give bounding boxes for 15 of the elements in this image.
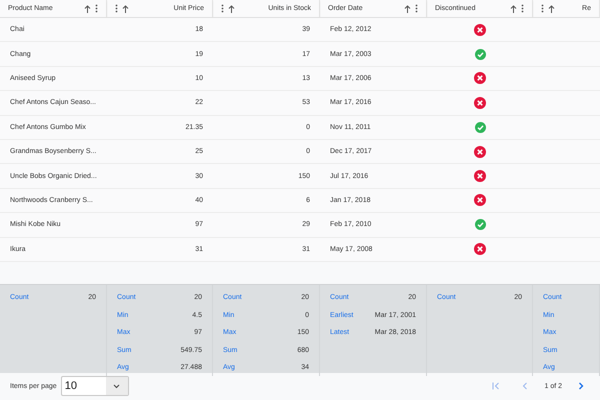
more-options-icon[interactable] bbox=[95, 4, 98, 13]
items-per-page-select[interactable]: 10 bbox=[60, 376, 129, 396]
more-options-icon[interactable] bbox=[541, 4, 544, 13]
more-options-icon[interactable] bbox=[521, 4, 524, 13]
next-page-icon[interactable] bbox=[578, 382, 584, 390]
more-options-icon[interactable] bbox=[415, 4, 418, 13]
more-options-icon[interactable] bbox=[115, 4, 118, 13]
sort-arrow-icon[interactable] bbox=[548, 4, 555, 12]
sort-arrow-icon[interactable] bbox=[228, 4, 235, 12]
chevron-down-icon bbox=[113, 384, 120, 389]
sort-arrow-icon[interactable] bbox=[122, 4, 129, 12]
more-options-icon[interactable] bbox=[221, 4, 224, 13]
sort-arrow-icon[interactable] bbox=[84, 4, 91, 12]
sort-arrow-icon[interactable] bbox=[510, 4, 517, 12]
sort-arrow-icon[interactable] bbox=[404, 4, 411, 12]
